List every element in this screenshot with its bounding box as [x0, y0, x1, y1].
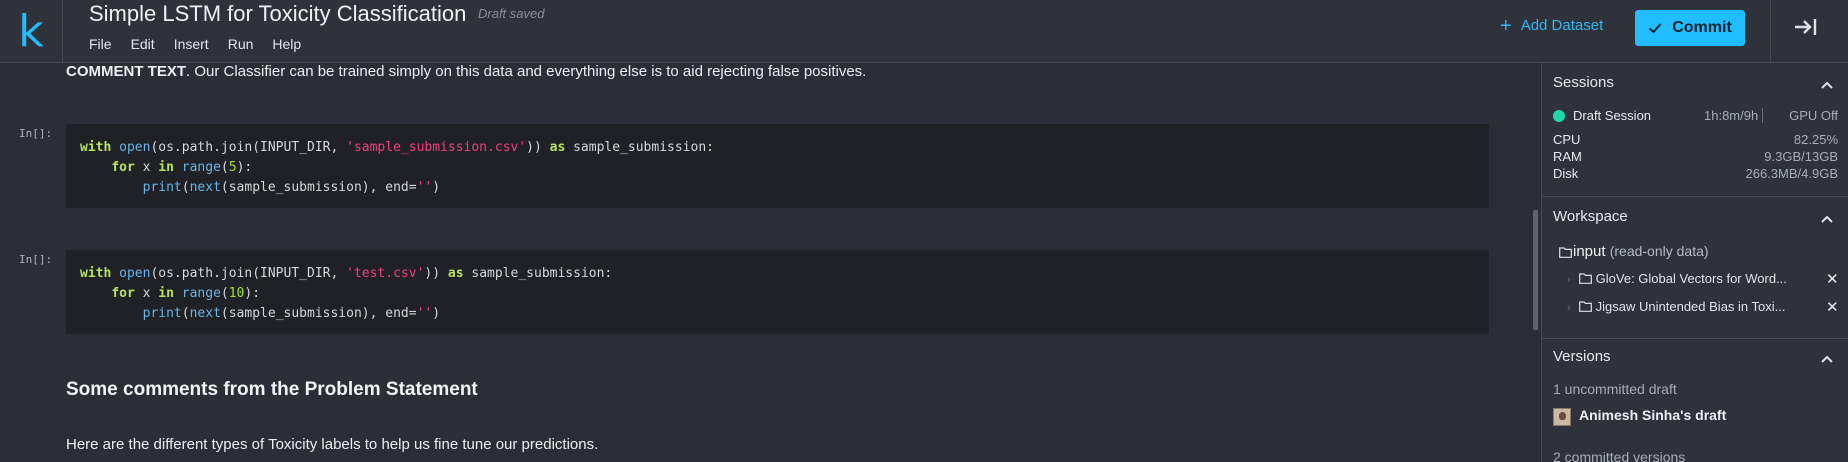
folder-icon	[1578, 301, 1592, 312]
add-dataset-label: Add Dataset	[1520, 17, 1604, 34]
code-cell[interactable]: with open(os.path.join(INPUT_DIR, 'test.…	[66, 250, 1489, 334]
cell-prompt: In[]:	[19, 127, 53, 140]
ram-stat: RAM 9.3GB/13GB	[1553, 149, 1838, 164]
workspace-heading[interactable]: Workspace	[1553, 208, 1628, 225]
cell-prompt: In[]:	[19, 253, 53, 266]
uncommitted-count: 1 uncommitted draft	[1553, 381, 1677, 397]
draft-owner-link[interactable]: Animesh Sinha's draft	[1579, 407, 1726, 423]
folder-icon	[1578, 273, 1592, 284]
remove-dataset-icon[interactable]: ✕	[1826, 270, 1839, 288]
divider	[1542, 338, 1848, 339]
plus-icon: +	[1500, 14, 1512, 37]
chevron-up-icon[interactable]	[1820, 80, 1834, 90]
commit-label: Commit	[1672, 19, 1732, 36]
markdown-text: COMMENT TEXT. Our Classifier can be trai…	[66, 63, 867, 80]
workspace-input-folder[interactable]: input (read-only data)	[1573, 243, 1709, 260]
kaggle-logo[interactable]: k	[0, 0, 63, 62]
chevron-right-icon[interactable]: ›	[1567, 274, 1571, 286]
committed-count[interactable]: 2 committed versions	[1553, 449, 1685, 462]
disk-stat: Disk 266.3MB/4.9GB	[1553, 166, 1838, 181]
menu-bar: File Edit Insert Run Help	[89, 36, 320, 52]
cpu-stat: CPU 82.25%	[1553, 132, 1838, 147]
divider	[1542, 196, 1848, 197]
chevron-up-icon[interactable]	[1820, 354, 1834, 364]
code-cell[interactable]: with open(os.path.join(INPUT_DIR, 'sampl…	[66, 124, 1489, 208]
header-divider	[1770, 0, 1771, 62]
session-row[interactable]: Draft Session 1h:8m/9h GPU Off	[1553, 106, 1838, 124]
chevron-right-icon[interactable]: ›	[1567, 302, 1571, 314]
menu-file[interactable]: File	[89, 36, 112, 52]
notebook-title[interactable]: Simple LSTM for Toxicity Classification	[89, 1, 466, 27]
chevron-up-icon[interactable]	[1820, 214, 1834, 224]
dataset-item[interactable]: › GloVe: Global Vectors for Word...	[1567, 271, 1787, 286]
menu-help[interactable]: Help	[272, 36, 301, 52]
dataset-item[interactable]: › Jigsaw Unintended Bias in Toxi...	[1567, 299, 1785, 314]
sessions-heading[interactable]: Sessions	[1553, 74, 1614, 91]
session-status-dot	[1553, 110, 1565, 122]
session-name: Draft Session	[1573, 108, 1652, 123]
avatar	[1553, 408, 1571, 426]
check-icon	[1649, 23, 1662, 34]
gpu-status[interactable]: GPU Off	[1789, 108, 1838, 123]
save-status: Draft saved	[478, 6, 545, 21]
commit-button[interactable]: Commit	[1635, 10, 1745, 46]
side-panel: Sessions Draft Session 1h:8m/9h GPU Off …	[1541, 63, 1848, 462]
versions-heading[interactable]: Versions	[1553, 348, 1611, 365]
section-heading: Some comments from the Problem Statement	[66, 379, 478, 400]
menu-insert[interactable]: Insert	[174, 36, 209, 52]
add-dataset-button[interactable]: + Add Dataset	[1500, 14, 1604, 37]
menu-edit[interactable]: Edit	[131, 36, 155, 52]
remove-dataset-icon[interactable]: ✕	[1826, 298, 1839, 316]
menu-run[interactable]: Run	[228, 36, 254, 52]
scrollbar-thumb[interactable]	[1533, 210, 1538, 330]
divider	[1762, 108, 1763, 123]
top-header: k Simple LSTM for Toxicity Classificatio…	[0, 0, 1848, 63]
markdown-paragraph: Here are the different types of Toxicity…	[66, 436, 599, 453]
notebook-editor: COMMENT TEXT. Our Classifier can be trai…	[0, 63, 1538, 462]
folder-icon	[1559, 247, 1572, 258]
session-elapsed: 1h:8m/9h	[1704, 108, 1759, 123]
collapse-panel-icon[interactable]	[1793, 16, 1819, 38]
